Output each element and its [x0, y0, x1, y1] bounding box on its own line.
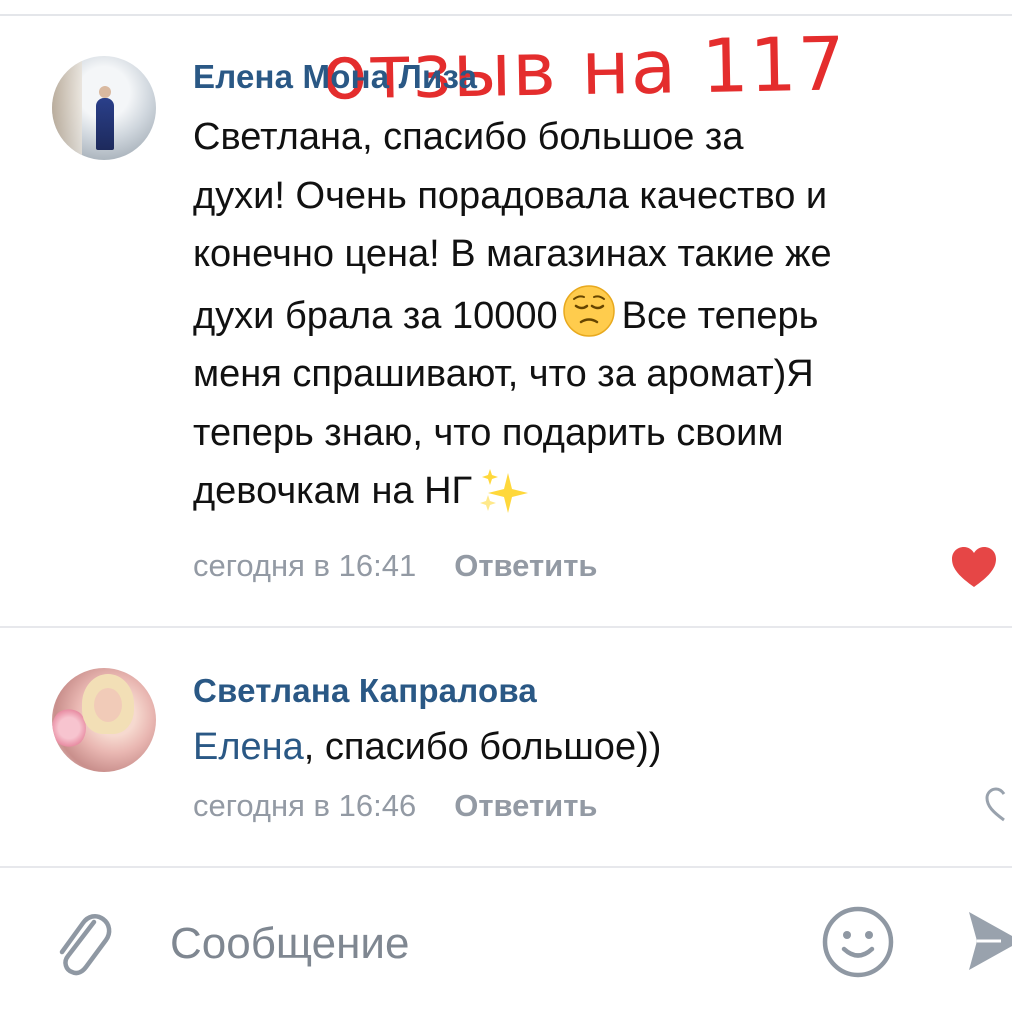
smile-icon[interactable]	[820, 904, 896, 980]
comment-text-line: теперь знаю, что подарить своим	[193, 411, 784, 454]
comment-text-line: Светлана, спасибо большое за	[193, 116, 744, 158]
mention-link[interactable]: Елена	[193, 726, 304, 768]
pensive-face-icon	[562, 284, 615, 337]
comment-text-line: меня спрашивают, что за аромат)Я	[193, 353, 814, 395]
comment-text-line: духи брала за 10000 Все теперь	[193, 284, 983, 346]
comment-time: сегодня в 16:46	[193, 788, 417, 823]
comment-text-fragment: , спасибо большое))	[303, 726, 662, 768]
sparkles-icon	[480, 469, 529, 513]
comment-text-fragment: духи брала за 10000	[193, 294, 558, 337]
top-divider	[0, 14, 1012, 16]
comment-text-fragment: Все теперь	[621, 294, 819, 337]
comment-text: Светлана, спасибо большое за духи! Очень…	[193, 108, 983, 521]
composer-divider	[0, 866, 1012, 868]
comment-time: сегодня в 16:41	[193, 548, 417, 583]
message-input[interactable]	[170, 912, 790, 976]
comment-text: Елена, спасибо большое))	[193, 718, 983, 777]
avatar[interactable]	[52, 668, 156, 772]
comment-text-line: духи! Очень порадовала качество и	[193, 174, 828, 217]
avatar[interactable]	[52, 56, 156, 160]
reply-button[interactable]: Ответить	[454, 788, 597, 823]
paperclip-icon[interactable]	[50, 904, 114, 980]
comment-author[interactable]: Светлана Капралова	[193, 672, 537, 710]
comment-divider	[0, 626, 1012, 628]
comment-text-line: конечно цена! В магазинах такие же	[193, 233, 832, 275]
reply-button[interactable]: Ответить	[454, 548, 597, 583]
comment-text-fragment: девочкам на НГ	[193, 470, 473, 512]
send-icon[interactable]	[965, 908, 1012, 974]
like-heart-outline-icon[interactable]	[984, 786, 1012, 826]
comment-meta: сегодня в 16:41 Ответить	[193, 548, 597, 584]
comment-author[interactable]: Елена Мона Лиза	[193, 58, 477, 96]
like-heart-icon[interactable]	[950, 545, 998, 589]
comment-text-line: девочкам на НГ	[193, 462, 983, 521]
comment-meta: сегодня в 16:46 Ответить	[193, 788, 597, 824]
